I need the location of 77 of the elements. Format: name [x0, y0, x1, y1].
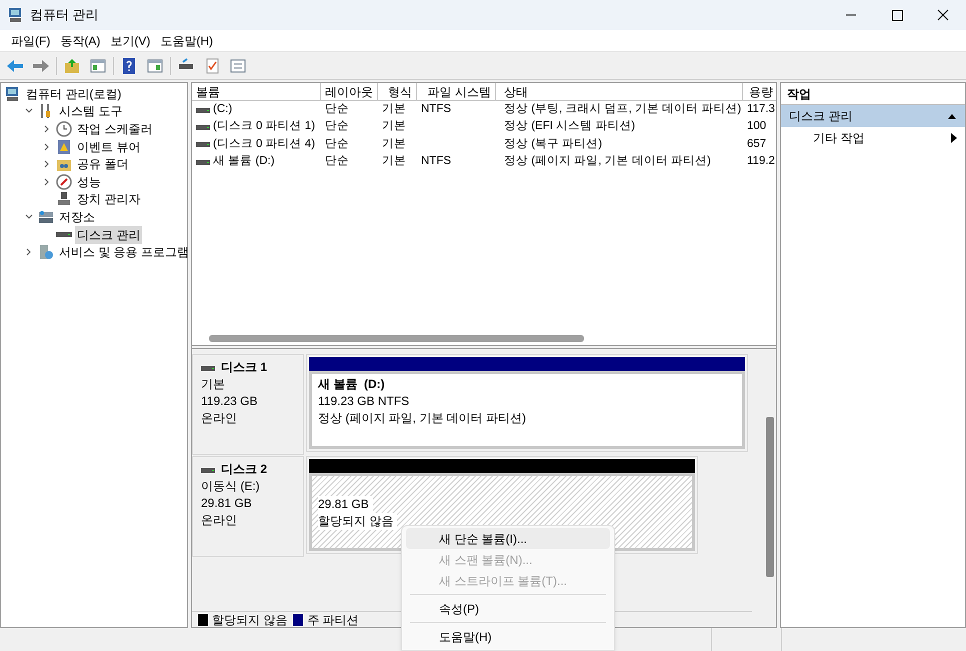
partition-size: 119.23 GB NTFS [318, 393, 410, 410]
column-header[interactable]: 형식 [378, 83, 417, 101]
legend-label: 할당되지 않음 [212, 612, 288, 628]
context-menu-item[interactable]: 속성(P) [406, 598, 610, 619]
disk-type: 이동식 (E:) [201, 478, 261, 495]
table-cell-text: 기본 [382, 102, 406, 118]
menu-item[interactable]: 도움말(H) [155, 32, 218, 50]
table-cell-text: 단순 [325, 136, 349, 152]
column-header[interactable]: 상태 [496, 83, 743, 101]
table-cell-text: 단순 [325, 154, 349, 170]
table-cell-text: 새 볼륨 (D:) [212, 154, 275, 170]
table-cell-text: 정상 (복구 파티션) [504, 136, 602, 152]
clock-icon [56, 120, 72, 137]
tree-item[interactable]: 공유 폴더 [75, 155, 130, 174]
table-cell-text: 단순 [325, 119, 349, 134]
disk-type: 기본 [201, 376, 226, 393]
context-menu-item[interactable]: 새 단순 볼륨(I)... [406, 528, 610, 549]
column-header[interactable]: 레이아웃 [321, 83, 378, 101]
column-header[interactable]: 파일 시스템 [417, 83, 496, 101]
table-cell-text: 기본 [382, 154, 406, 170]
disk-size: 119.23 GB [201, 393, 258, 410]
tree-item[interactable]: 이벤트 뷰어 [75, 138, 142, 156]
partition-status: 할당되지 않음 [318, 513, 398, 530]
table-cell-text: (C:) [212, 102, 232, 118]
context-menu-item[interactable]: 도움말(H) [406, 626, 610, 647]
tree-item[interactable]: 저장소 [57, 208, 97, 226]
menu-item[interactable]: 파일(F) [6, 32, 56, 50]
column-header[interactable]: 볼륨 [192, 83, 321, 101]
services-icon [38, 244, 54, 260]
tree-item[interactable]: 시스템 도구 [57, 102, 124, 120]
log-icon [56, 138, 72, 155]
section-label: 디스크 관리 [789, 108, 852, 125]
table-cell-text: 정상 (페이지 파일, 기본 데이터 파티션) [504, 154, 711, 170]
table-cell-text: 기본 [382, 119, 406, 134]
storage-icon [38, 208, 54, 225]
device-icon [56, 191, 72, 208]
table-cell-text: 100 [747, 119, 766, 134]
partition-status: 정상 (페이지 파일, 기본 데이터 파티션) [318, 410, 527, 427]
drive-icon [196, 139, 210, 150]
tree-item[interactable]: 성능 [75, 172, 103, 191]
computer-icon [8, 7, 24, 23]
disk-name: 디스크 1 [221, 359, 268, 376]
tree-item[interactable]: 작업 스케줄러 [75, 120, 154, 138]
actions-section-header[interactable]: 디스크 관리 [781, 105, 965, 127]
action-label: 기타 작업 [813, 130, 864, 147]
submenu-arrow-icon [951, 133, 957, 143]
table-cell-text: (디스크 0 파티션 1) [212, 119, 316, 134]
computer-icon [5, 86, 21, 102]
partition-title: 새 볼륨 (D:) [318, 376, 386, 393]
action-item[interactable]: 기타 작업 [781, 127, 965, 149]
menu-item[interactable]: 동작(A) [55, 32, 106, 50]
table-cell-text: 기본 [382, 136, 406, 152]
disk-status: 온라인 [201, 512, 238, 529]
legend-label: 주 파티션 [307, 612, 359, 628]
table-cell-text: NTFS [421, 154, 452, 170]
table-cell-text: (디스크 0 파티션 4) [212, 136, 316, 152]
disk-size: 29.81 GB [201, 495, 253, 512]
tree-item[interactable]: 서비스 및 응용 프로그램 [57, 243, 192, 262]
table-cell-text: 정상 (EFI 시스템 파티션) [504, 119, 636, 134]
collapse-triangle-icon[interactable] [947, 112, 957, 120]
drive-icon [196, 122, 210, 132]
disk-name: 디스크 2 [221, 461, 268, 478]
partition-size: 29.81 GB [318, 496, 373, 513]
table-cell-text: 119.2 [747, 154, 775, 170]
table-cell-text: 117.3 [747, 102, 775, 118]
table-cell-text: 정상 (부팅, 크래시 덤프, 기본 데이터 파티션) [504, 102, 742, 118]
table-cell-text: 657 [747, 136, 766, 152]
tree-item[interactable]: 컴퓨터 관리(로컬) [24, 84, 124, 103]
tree-item[interactable]: 장치 관리자 [75, 190, 142, 208]
table-cell-text: NTFS [421, 102, 452, 118]
table-cell-text: 단순 [325, 102, 349, 118]
drive-icon [56, 232, 72, 238]
tree-item[interactable]: 디스크 관리 [75, 226, 142, 244]
gauge-icon [56, 174, 72, 190]
window-title: 컴퓨터 관리 [30, 6, 100, 24]
disk-status: 온라인 [201, 410, 238, 427]
menu-item[interactable]: 보기(V) [105, 32, 156, 50]
